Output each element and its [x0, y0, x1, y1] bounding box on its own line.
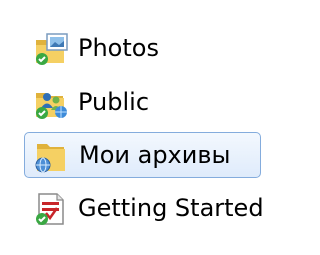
library-photos-icon	[30, 28, 74, 68]
nav-item-my-archives[interactable]: Мои архивы	[24, 132, 261, 178]
nav-item-public[interactable]: Public	[30, 80, 180, 124]
folder-network-icon	[31, 135, 75, 175]
nav-item-label: Public	[78, 88, 150, 116]
nav-item-label: Мои архивы	[79, 141, 231, 169]
nav-item-label: Photos	[78, 34, 159, 62]
navigation-list: Photos Public Мои архивы Getting Started	[0, 0, 313, 255]
nav-item-label: Getting Started	[78, 194, 264, 222]
nav-item-photos[interactable]: Photos	[30, 26, 190, 70]
shared-public-folder-icon	[30, 82, 74, 122]
nav-item-getting-started[interactable]: Getting Started	[30, 186, 290, 230]
getting-started-document-icon	[30, 188, 74, 228]
